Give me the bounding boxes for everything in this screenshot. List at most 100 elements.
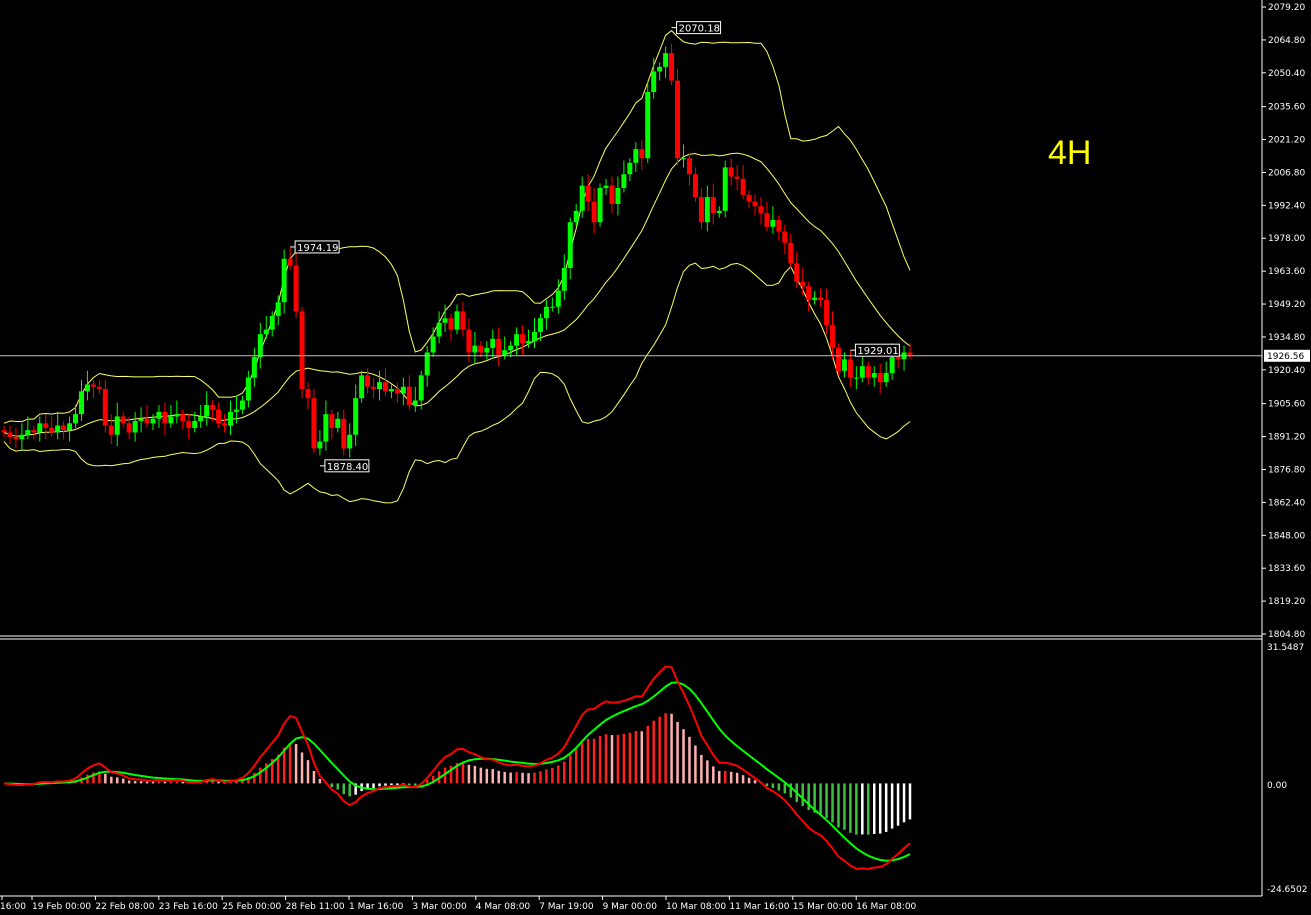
candle-body: [192, 421, 198, 428]
candle-body: [436, 322, 442, 337]
price-panel[interactable]: 2070.18 1974.19 1929.01 1878.40 4H: [0, 0, 1262, 636]
candle-body: [812, 297, 818, 300]
candle-body: [549, 306, 555, 308]
candle-body: [579, 185, 585, 211]
candle-body: [281, 258, 287, 303]
candle-body: [245, 377, 251, 401]
candle-body: [186, 421, 192, 428]
candle-body: [454, 311, 460, 330]
candle-body: [657, 66, 663, 72]
candle-body: [287, 258, 293, 266]
candle-body: [311, 398, 317, 449]
time-tick-label: 16:00: [0, 902, 26, 912]
candle-body: [675, 80, 681, 159]
candle-body: [168, 416, 174, 424]
time-axis[interactable]: 16:00 19 Feb 00:00 22 Feb 08:00 23 Feb 16:0…: [0, 895, 1262, 912]
candle-body: [895, 357, 901, 360]
price-tick-label: 1833.60: [1268, 564, 1305, 574]
candle-body: [770, 219, 776, 227]
candle-body: [102, 389, 108, 426]
time-tick-label: 9 Mar 00:00: [603, 902, 658, 912]
candle-body: [883, 373, 889, 383]
candle-body: [31, 430, 37, 433]
candle-body: [13, 437, 19, 440]
candle-body: [347, 434, 353, 449]
candle-body: [222, 423, 228, 426]
price-tick-label: 2021.20: [1268, 136, 1305, 146]
candle-body: [877, 373, 883, 383]
candle-body: [609, 185, 615, 204]
candle-body: [651, 71, 657, 93]
candle-body: [144, 418, 150, 424]
candle-body: [341, 418, 347, 449]
candle-body: [788, 242, 794, 264]
price-tick-label: 1934.80: [1268, 333, 1305, 343]
candle-body: [752, 201, 758, 207]
candle-body: [514, 334, 520, 346]
candle-body: [645, 92, 651, 159]
candle-body: [204, 405, 210, 417]
candle-body: [37, 423, 43, 433]
candle-body: [698, 197, 704, 223]
candle-body: [84, 384, 90, 392]
candle-body: [722, 167, 728, 211]
candle-body: [490, 338, 496, 348]
candle-body: [210, 405, 216, 410]
price-tick-label: 2079.20: [1268, 3, 1305, 13]
price-tick-label: 2006.80: [1268, 168, 1305, 178]
candle-body: [73, 414, 79, 424]
candle-body: [263, 329, 269, 335]
candle-body: [686, 158, 692, 175]
candle-body: [269, 315, 275, 330]
candle-body: [305, 389, 311, 399]
candle-body: [55, 425, 61, 433]
candle-body: [824, 299, 830, 326]
candle-body: [156, 411, 162, 419]
candle-body: [78, 391, 84, 415]
macd-axis-top: 31.5487: [1267, 643, 1304, 653]
candle-body: [460, 311, 466, 330]
candle-body: [520, 334, 526, 344]
candle-body: [442, 318, 448, 323]
candle-body: [275, 302, 281, 316]
price-tick-label: 2035.60: [1268, 103, 1305, 113]
time-axis-ticks: 16:00 19 Feb 00:00 22 Feb 08:00 23 Feb 16:0…: [0, 896, 917, 912]
candle-body: [353, 398, 359, 435]
candle-body: [114, 416, 120, 435]
candle-body: [853, 377, 859, 379]
price-tick-label: 1963.60: [1268, 267, 1305, 277]
time-tick-label: 10 Mar 08:00: [666, 902, 726, 912]
candle-body: [889, 357, 895, 374]
candle-body: [180, 414, 186, 422]
price-axis[interactable]: 2079.20 2064.80 2050.40 2035.60 2021.20 2006.…: [1261, 0, 1310, 896]
time-tick-label: 28 Feb 11:00: [286, 902, 345, 912]
candle-body: [317, 441, 323, 449]
candle-body: [49, 427, 55, 433]
candle-body: [543, 306, 549, 319]
price-panel-bg: [0, 0, 1262, 636]
candle-body: [382, 382, 388, 392]
candle-body: [377, 382, 383, 390]
candle-body: [90, 384, 96, 387]
candle-body: [555, 290, 561, 307]
time-tick-label: 19 Feb 00:00: [32, 902, 91, 912]
candle-body: [400, 386, 406, 394]
price-tick-label: 1992.40: [1268, 201, 1305, 211]
candle-body: [597, 187, 603, 223]
candle-body: [484, 347, 490, 353]
time-tick-label: 4 Mar 08:00: [476, 902, 531, 912]
candle-body: [162, 411, 168, 424]
time-tick-label: 1 Mar 16:00: [349, 902, 404, 912]
candle-body: [830, 325, 836, 348]
candle-body: [257, 334, 263, 358]
candle-body: [25, 430, 31, 435]
candle-body: [430, 336, 436, 353]
trading-chart[interactable]: 2070.181974.191929.011878.40 4H 2079.20 2…: [0, 0, 1311, 915]
candle-body: [478, 345, 484, 353]
price-tick-label: 1891.20: [1268, 433, 1305, 443]
macd-panel[interactable]: 31.5487 0.00 -24.6502: [3, 643, 1307, 895]
candle-body: [639, 149, 645, 159]
candle-body: [120, 416, 126, 424]
candle-body: [746, 194, 752, 202]
candle-body: [758, 206, 764, 214]
